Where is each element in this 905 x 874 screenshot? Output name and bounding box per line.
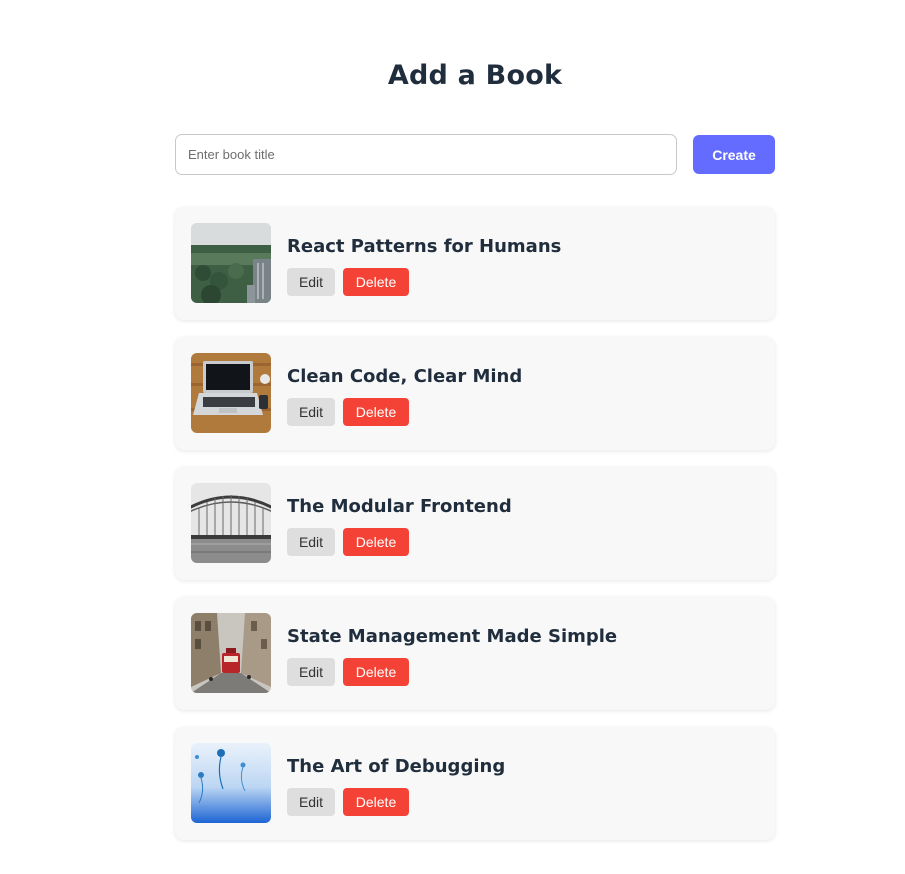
book-card: React Patterns for Humans Edit Delete	[175, 207, 775, 320]
book-title: The Modular Frontend	[287, 496, 512, 517]
tram-street-photo-icon	[191, 613, 271, 693]
delete-button[interactable]: Delete	[343, 658, 409, 686]
edit-button[interactable]: Edit	[287, 658, 335, 686]
edit-button[interactable]: Edit	[287, 268, 335, 296]
edit-button[interactable]: Edit	[287, 788, 335, 816]
book-title: Clean Code, Clear Mind	[287, 366, 523, 387]
book-title: React Patterns for Humans	[287, 236, 562, 257]
city-park-photo-icon	[191, 223, 271, 303]
book-card: The Modular Frontend Edit Delete	[175, 467, 775, 580]
edit-button[interactable]: Edit	[287, 528, 335, 556]
book-card: The Art of Debugging Edit Delete	[175, 727, 775, 840]
blue-jellyfish-photo-icon	[191, 743, 271, 823]
book-card: State Management Made Simple Edit Delete	[175, 597, 775, 710]
laptop-desk-photo-icon	[191, 353, 271, 433]
book-cover-image	[191, 483, 271, 563]
book-title-input[interactable]	[175, 134, 677, 175]
delete-button[interactable]: Delete	[343, 268, 409, 296]
create-button[interactable]: Create	[693, 135, 775, 174]
bridge-arch-photo-icon	[191, 483, 271, 563]
create-book-form: Create	[175, 134, 775, 175]
book-title: State Management Made Simple	[287, 626, 618, 647]
edit-button[interactable]: Edit	[287, 398, 335, 426]
book-card: Clean Code, Clear Mind Edit Delete	[175, 337, 775, 450]
book-cover-image	[191, 613, 271, 693]
book-list: React Patterns for Humans Edit Delete Cl…	[175, 207, 775, 857]
delete-button[interactable]: Delete	[343, 398, 409, 426]
delete-button[interactable]: Delete	[343, 528, 409, 556]
book-title: The Art of Debugging	[287, 756, 506, 777]
page: Add a Book Create	[0, 0, 905, 874]
book-cover-image	[191, 353, 271, 433]
page-title: Add a Book	[387, 60, 563, 91]
book-cover-image	[191, 223, 271, 303]
book-cover-image	[191, 743, 271, 823]
delete-button[interactable]: Delete	[343, 788, 409, 816]
